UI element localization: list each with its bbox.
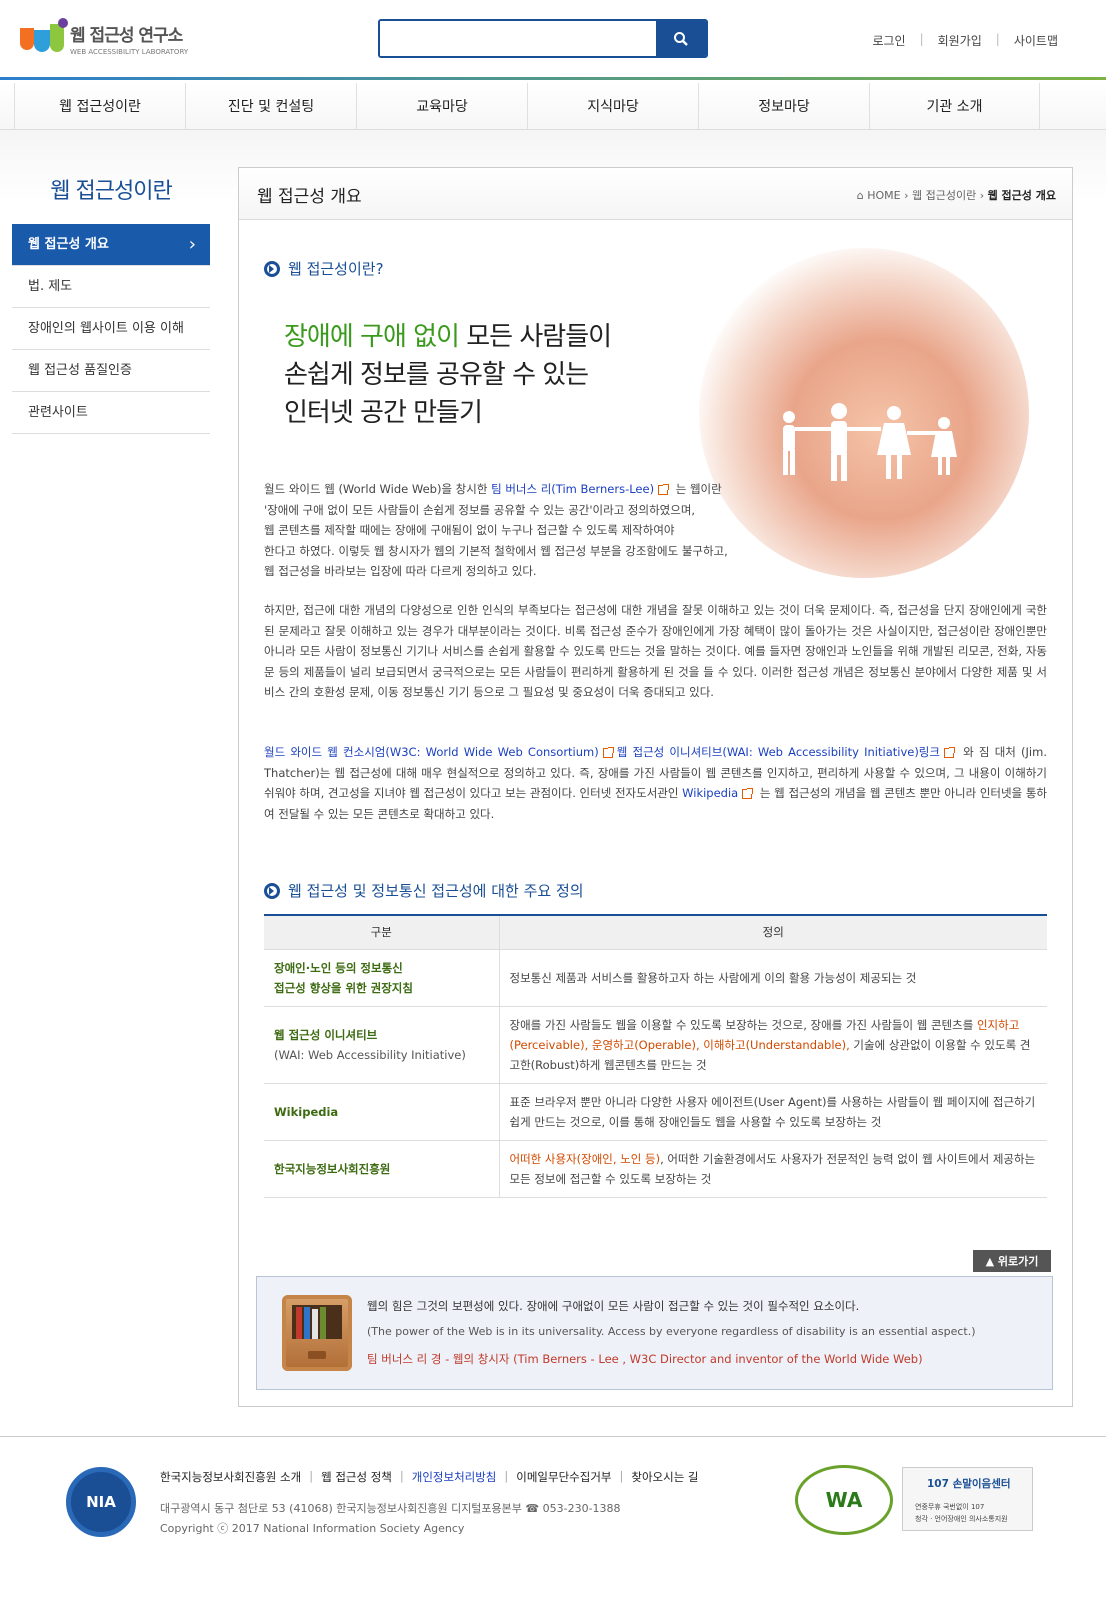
footer-address: 대구광역시 동구 첨단로 53 (41068) 한국지능정보사회진흥원 디지털포… — [160, 1502, 621, 1515]
site-logo[interactable]: 웹 접근성 연구소 WEB ACCESSIBILITY LABORATORY — [18, 18, 188, 58]
home-icon: ⌂ — [856, 189, 864, 202]
gnb-item-knowledge[interactable]: 지식마당 — [527, 83, 698, 129]
quote-author: 팀 버너스 리 경 - 웹의 창시자 (Tim Berners - Lee , … — [367, 1352, 923, 1366]
footer-directions-link[interactable]: 찾아오시는 길 — [631, 1469, 698, 1485]
login-link[interactable]: 로그인 — [872, 32, 905, 49]
gnb-item-about[interactable]: 기관 소개 — [869, 83, 1040, 129]
breadcrumb: ⌂ HOME › 웹 접근성이란 › 웹 접근성 개요 — [856, 189, 1056, 202]
divider: | — [995, 32, 1000, 46]
sidebar-item-related-sites[interactable]: 관련사이트 — [12, 392, 210, 434]
breadcrumb-home[interactable]: HOME — [867, 189, 900, 202]
external-link-icon — [658, 483, 670, 495]
main-nav: 웹 접근성이란 진단 및 컨설팅 교육마당 지식마당 정보마당 기관 소개 — [0, 83, 1106, 130]
intro-paragraph: 월드 와이드 웹 (World Wide Web)을 창시한 팀 버너스 리(T… — [264, 482, 728, 578]
gnb-item-web-accessibility[interactable]: 웹 접근성이란 — [14, 83, 185, 129]
nia-logo: NIA — [66, 1467, 136, 1537]
table-row: 한국지능정보사회진흥원 어떠한 사용자(장애인, 노인 등), 어떠한 기술환경… — [264, 1140, 1047, 1198]
footer-email-link[interactable]: 이메일무단수집거부 — [516, 1469, 611, 1485]
gnb-item-education[interactable]: 교육마당 — [356, 83, 527, 129]
quote-korean: 웹의 힘은 그것의 보편성에 있다. 장애에 구애없이 모든 사람이 접근할 수… — [367, 1299, 860, 1313]
footer-links: 한국지능정보사회진흥원 소개 | 웹 접근성 정책 | 개인정보처리방침 | 이메일무… — [160, 1469, 699, 1485]
arrow-up-icon: ▲ — [985, 1254, 998, 1268]
footer-policy-link[interactable]: 웹 접근성 정책 — [321, 1469, 392, 1485]
section-title-what: 웹 접근성이란? — [264, 258, 384, 279]
logo-icon — [18, 18, 70, 58]
definitions-table: 구분 정의 장애인·노인 등의 정보통신 접근성 향상을 위한 권장지침 정보통신… — [264, 914, 1047, 1198]
divider: | — [919, 32, 924, 46]
content-header: 웹 접근성 개요 ⌂ HOME › 웹 접근성이란 › 웹 접근성 개요 — [239, 168, 1072, 220]
signup-link[interactable]: 회원가입 — [938, 32, 982, 49]
gnb-item-consulting[interactable]: 진단 및 컨설팅 — [185, 83, 356, 129]
w3c-link[interactable]: 월드 와이드 웹 컨소시엄(W3C: World Wide Web Consor… — [264, 745, 599, 759]
wa-certification-mark: WA — [795, 1465, 893, 1535]
table-header-row: 구분 정의 — [264, 914, 1047, 950]
bookshelf-icon — [282, 1295, 352, 1371]
paragraph-3: 월드 와이드 웹 컨소시엄(W3C: World Wide Web Consor… — [264, 745, 1047, 821]
main-content: 웹 접근성 개요 ⌂ HOME › 웹 접근성이란 › 웹 접근성 개요 웹 접… — [238, 167, 1073, 1407]
back-to-top-button[interactable]: ▲ 위로가기 — [973, 1250, 1051, 1272]
external-link-icon — [602, 746, 614, 758]
external-link-icon — [943, 746, 955, 758]
utility-menu: 로그인 | 회원가입 | 사이트맵 — [872, 32, 1058, 49]
sidebar-item-law[interactable]: 법. 제도 — [12, 266, 210, 308]
gnb-item-information[interactable]: 정보마당 — [698, 83, 869, 129]
sitemap-link[interactable]: 사이트맵 — [1014, 32, 1058, 49]
search-button[interactable] — [656, 21, 706, 56]
footer-about-link[interactable]: 한국지능정보사회진흥원 소개 — [160, 1469, 301, 1485]
sidebar-item-certification[interactable]: 웹 접근성 품질인증 — [12, 350, 210, 392]
wikipedia-link[interactable]: Wikipedia — [682, 786, 738, 800]
footer-copyright: Copyright ⓒ 2017 National Information So… — [160, 1522, 465, 1535]
search-box — [378, 19, 708, 58]
table-row: 장애인·노인 등의 정보통신 접근성 향상을 위한 권장지침 정보통신 제품과 서… — [264, 949, 1047, 1007]
family-icon — [783, 403, 957, 481]
tim-berners-lee-link[interactable]: 팀 버너스 리(Tim Berners-Lee) — [491, 482, 654, 496]
footer: NIA 한국지능정보사회진흥원 소개 | 웹 접근성 정책 | 개인정보처리방침 | … — [0, 1436, 1106, 1598]
section-title-definitions: 웹 접근성 및 정보통신 접근성에 대한 주요 정의 — [264, 880, 584, 901]
table-header-category: 구분 — [264, 914, 500, 950]
breadcrumb-parent[interactable]: 웹 접근성이란 — [912, 189, 976, 202]
sidebar: 웹 접근성이란 웹 접근성 개요 법. 제도 장애인의 웹사이트 이용 이해 웹… — [12, 168, 210, 434]
sidebar-item-overview[interactable]: 웹 접근성 개요 — [12, 224, 210, 266]
search-input[interactable] — [380, 21, 656, 56]
sidebar-title: 웹 접근성이란 — [50, 179, 172, 204]
wai-link[interactable]: 웹 접근성 이니셔티브(WAI: Web Accessibility Initi… — [617, 745, 940, 759]
logo-title: 웹 접근성 연구소 — [70, 25, 183, 46]
hero-headline: 장애에 구애 없이 모든 사람들이 손쉽게 정보를 공유할 수 있는 인터넷 공… — [284, 322, 612, 428]
table-row: Wikipedia 표준 브라우저 뿐만 아니라 다양한 사용자 에이전트(Us… — [264, 1083, 1047, 1141]
footer-privacy-link[interactable]: 개인정보처리방침 — [412, 1469, 497, 1485]
relay-center-banner[interactable]: 107 손말이음센터 연중무휴 국번없이 107 청각 · 언어장애인 의사소통… — [902, 1467, 1033, 1531]
table-row: 웹 접근성 이니셔티브 (WAI: Web Accessibility Initi… — [264, 1006, 1047, 1084]
search-icon — [674, 31, 688, 46]
header: 웹 접근성 연구소 WEB ACCESSIBILITY LABORATORY 로… — [0, 0, 1106, 80]
quote-english: (The power of the Web is in its universa… — [367, 1325, 976, 1338]
logo-subtitle: WEB ACCESSIBILITY LABORATORY — [70, 47, 189, 56]
external-link-icon — [742, 787, 754, 799]
bullet-icon — [264, 260, 280, 277]
page-title: 웹 접근성 개요 — [257, 187, 362, 207]
paragraph-2: 하지만, 접근에 대한 개념의 다양성으로 인한 인식의 부족보다는 접근성에 … — [264, 603, 1047, 699]
breadcrumb-current: 웹 접근성 개요 — [987, 189, 1056, 202]
table-header-definition: 정의 — [499, 914, 1047, 950]
sidebar-item-disabled-use[interactable]: 장애인의 웹사이트 이용 이해 — [12, 308, 210, 350]
bullet-icon — [264, 882, 280, 899]
quote-box: 웹의 힘은 그것의 보편성에 있다. 장애에 구애없이 모든 사람이 접근할 수… — [256, 1276, 1053, 1390]
